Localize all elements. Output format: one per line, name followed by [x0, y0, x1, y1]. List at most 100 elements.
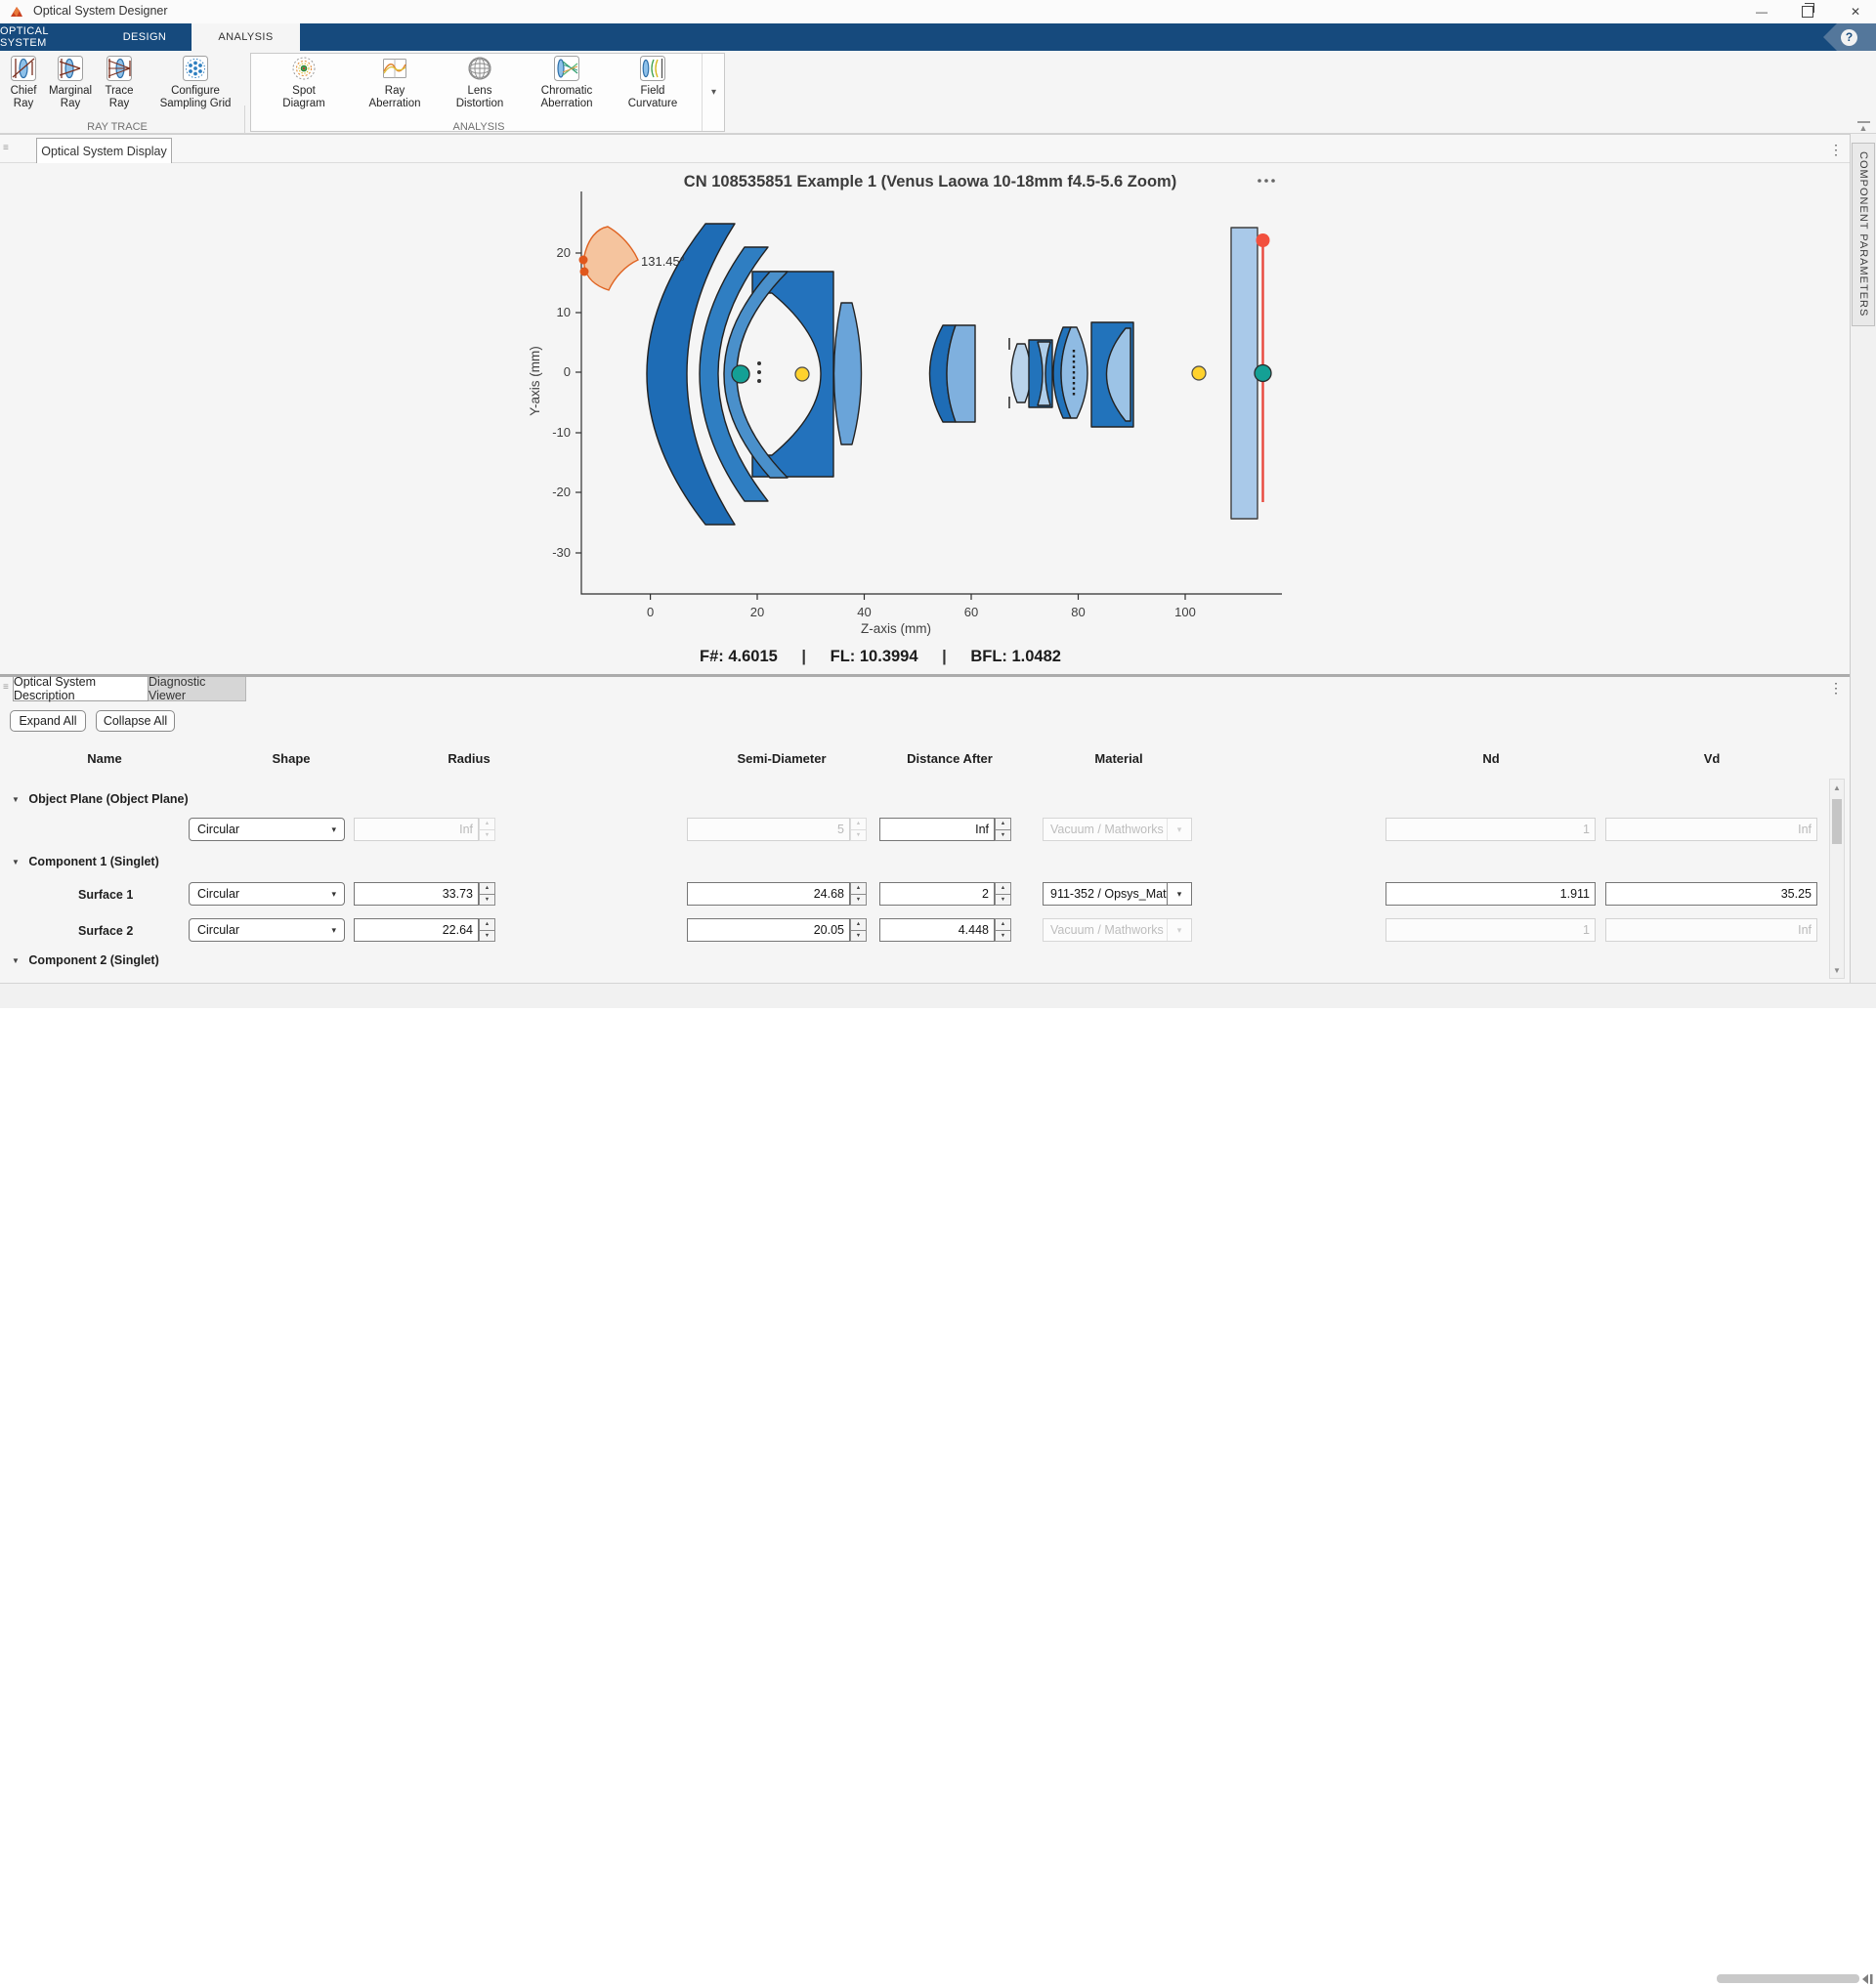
spinner-up-icon[interactable]: ▲: [479, 818, 495, 830]
tab-component-parameters[interactable]: COMPONENT PARAMETERS: [1852, 143, 1875, 326]
lens-element[interactable]: [947, 325, 975, 422]
lens-element[interactable]: [752, 272, 833, 477]
radius-field[interactable]: 33.73: [354, 882, 479, 906]
distance-after-spinner[interactable]: ▲ ▼: [995, 882, 1011, 906]
radius-spinner[interactable]: ▲ ▼: [479, 818, 495, 841]
semi-diameter-field[interactable]: 5: [687, 818, 850, 841]
teal-marker-dot[interactable]: [1255, 365, 1271, 382]
vd-field[interactable]: Inf: [1605, 818, 1817, 841]
radius-spinner[interactable]: ▲ ▼: [479, 882, 495, 906]
group-component-2[interactable]: ▼ Component 2 (Singlet): [12, 953, 159, 967]
spinner-down-icon[interactable]: ▼: [850, 895, 867, 907]
spinner-up-icon[interactable]: ▲: [479, 918, 495, 931]
tab-design[interactable]: DESIGN: [98, 23, 192, 51]
expander-icon[interactable]: ▼: [12, 795, 20, 804]
spinner-up-icon[interactable]: ▲: [995, 882, 1011, 895]
shape-dropdown[interactable]: Circular ▾: [189, 882, 345, 906]
tab-diagnostic-viewer[interactable]: Diagnostic Viewer: [149, 677, 246, 701]
spinner-up-icon[interactable]: ▲: [995, 918, 1011, 931]
spot-diagram-button[interactable]: Spot Diagram: [260, 55, 348, 110]
field-curvature-button[interactable]: Field Curvature: [609, 55, 697, 110]
lens-element[interactable]: [647, 224, 735, 525]
radius-field[interactable]: Inf: [354, 818, 479, 841]
material-dropdown[interactable]: Vacuum / Mathworks ▾: [1043, 918, 1192, 942]
scrollbar-thumb[interactable]: [1832, 799, 1842, 844]
distance-after-spinner[interactable]: ▲ ▼: [995, 818, 1011, 841]
collapse-panel-button[interactable]: ▲: [1855, 121, 1872, 139]
spinner-up-icon[interactable]: ▲: [850, 918, 867, 931]
table-scrollbar[interactable]: ▲ ▼: [1829, 779, 1845, 979]
description-panel-menu-icon[interactable]: ⋮: [1829, 681, 1843, 695]
tab-optical-system[interactable]: OPTICAL SYSTEM: [0, 23, 98, 51]
nd-field[interactable]: 1: [1386, 918, 1596, 942]
shape-dropdown[interactable]: Circular ▾: [189, 918, 345, 942]
chart-options-icon[interactable]: [1258, 179, 1275, 183]
material-dropdown[interactable]: 911-352 / Opsys_Materials ▾: [1043, 882, 1192, 906]
lens-element[interactable]: [834, 303, 862, 444]
teal-marker-dot[interactable]: [732, 365, 749, 383]
minimize-button[interactable]: —: [1745, 0, 1778, 23]
scroll-up-icon[interactable]: ▲: [1830, 781, 1844, 794]
spinner-down-icon[interactable]: ▼: [995, 931, 1011, 943]
spinner-down-icon[interactable]: ▼: [995, 830, 1011, 842]
yellow-marker-dot[interactable]: [1192, 366, 1206, 380]
restore-button[interactable]: [1791, 0, 1824, 23]
gallery-expand-button[interactable]: ▾: [702, 54, 725, 131]
expander-icon[interactable]: ▼: [12, 858, 20, 866]
panel-grip-icon[interactable]: ≡: [3, 143, 9, 153]
spinner-up-icon[interactable]: ▲: [850, 818, 867, 830]
tab-optical-system-description[interactable]: Optical System Description: [13, 677, 149, 701]
group-object-plane[interactable]: ▼ Object Plane (Object Plane): [12, 792, 189, 806]
nd-field[interactable]: 1.911: [1386, 882, 1596, 906]
spinner-down-icon[interactable]: ▼: [995, 895, 1011, 907]
dock-panel-icon[interactable]: [1859, 1972, 1874, 1986]
expander-icon[interactable]: ▼: [12, 956, 20, 965]
semi-diameter-field[interactable]: 20.05: [687, 918, 850, 942]
spinner-up-icon[interactable]: ▲: [995, 818, 1011, 830]
material-dropdown[interactable]: Vacuum / Mathworks ▾: [1043, 818, 1192, 841]
scroll-down-icon[interactable]: ▼: [1830, 963, 1844, 977]
spinner-down-icon[interactable]: ▼: [479, 830, 495, 842]
vd-field[interactable]: 35.25: [1605, 882, 1817, 906]
fov-marker-dot[interactable]: [579, 256, 588, 265]
semi-diameter-spinner[interactable]: ▲ ▼: [850, 918, 867, 942]
spinner-up-icon[interactable]: ▲: [479, 882, 495, 895]
semi-diameter-spinner[interactable]: ▲ ▼: [850, 882, 867, 906]
collapse-all-button[interactable]: Collapse All: [96, 710, 175, 732]
distance-after-field[interactable]: Inf: [879, 818, 995, 841]
panel-grip-icon[interactable]: ≡: [3, 682, 9, 693]
spinner-down-icon[interactable]: ▼: [479, 931, 495, 943]
filter-block[interactable]: [1231, 228, 1258, 519]
close-button[interactable]: ✕: [1839, 0, 1872, 23]
radius-field[interactable]: 22.64: [354, 918, 479, 942]
tab-optical-system-display[interactable]: Optical System Display: [36, 138, 172, 164]
display-panel-menu-icon[interactable]: ⋮: [1829, 143, 1843, 156]
spinner-down-icon[interactable]: ▼: [850, 931, 867, 943]
horizontal-scrollbar-thumb[interactable]: [1717, 1974, 1859, 1983]
spinner-down-icon[interactable]: ▼: [479, 895, 495, 907]
configure-sampling-grid-button[interactable]: Configure Sampling Grid: [151, 55, 239, 110]
fov-marker-dot[interactable]: [580, 268, 589, 276]
lens-element[interactable]: [1011, 344, 1031, 402]
radius-spinner[interactable]: ▲ ▼: [479, 918, 495, 942]
shape-dropdown[interactable]: Circular ▾: [189, 818, 345, 841]
spinner-up-icon[interactable]: ▲: [850, 882, 867, 895]
nd-field[interactable]: 1: [1386, 818, 1596, 841]
spinner-down-icon[interactable]: ▼: [850, 830, 867, 842]
help-button[interactable]: ?: [1823, 23, 1876, 51]
vd-field[interactable]: Inf: [1605, 918, 1817, 942]
trace-ray-button[interactable]: Trace Ray: [75, 55, 163, 110]
yellow-marker-dot[interactable]: [795, 367, 809, 381]
fov-fan[interactable]: [584, 227, 638, 290]
distance-after-spinner[interactable]: ▲ ▼: [995, 918, 1011, 942]
semi-diameter-spinner[interactable]: ▲ ▼: [850, 818, 867, 841]
tab-analysis[interactable]: ANALYSIS: [192, 23, 300, 51]
semi-diameter-field[interactable]: 24.68: [687, 882, 850, 906]
distance-after-field[interactable]: 2: [879, 882, 995, 906]
lens-distortion-button[interactable]: Lens Distortion: [436, 55, 524, 110]
distance-after-field[interactable]: 4.448: [879, 918, 995, 942]
expand-all-button[interactable]: Expand All: [10, 710, 86, 732]
chromatic-aberration-button[interactable]: Chromatic Aberration: [523, 55, 611, 110]
group-component-1[interactable]: ▼ Component 1 (Singlet): [12, 855, 159, 868]
ray-aberration-button[interactable]: Ray Aberration: [351, 55, 439, 110]
